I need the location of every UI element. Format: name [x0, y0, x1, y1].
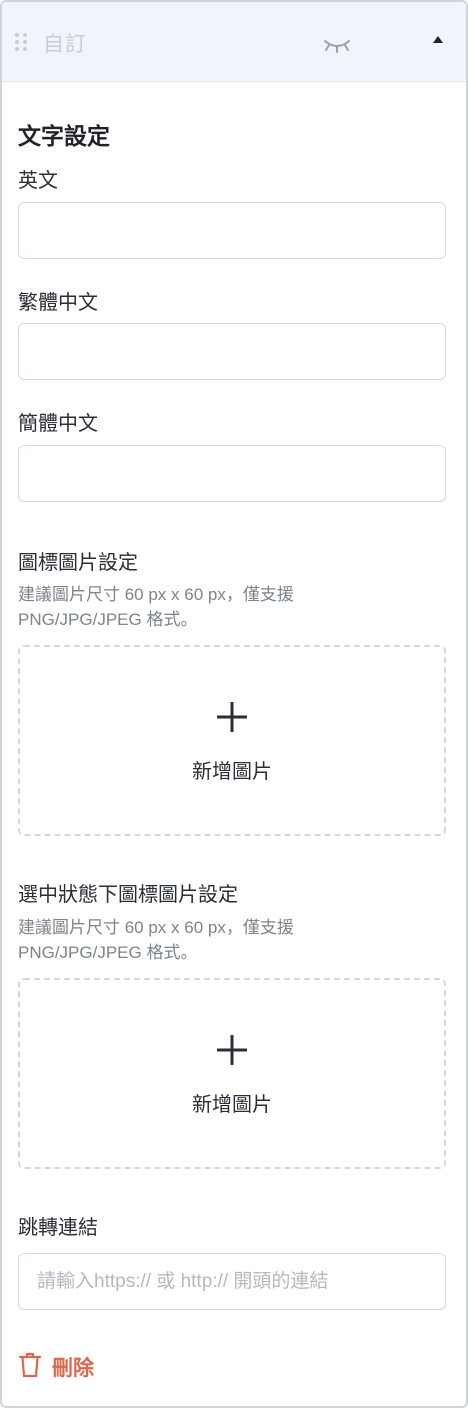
- simplified-chinese-input[interactable]: [18, 445, 446, 502]
- text-settings-heading: 文字設定: [18, 123, 110, 149]
- add-image-label: 新增圖片: [192, 761, 272, 783]
- traditional-chinese-input[interactable]: [18, 323, 446, 380]
- plus-icon: [216, 1034, 248, 1066]
- selected-icon-image-label: 選中狀態下圖標圖片設定: [18, 884, 238, 906]
- plus-icon: [216, 701, 248, 733]
- redirect-link-label: 跳轉連結: [18, 1217, 98, 1239]
- english-label: 英文: [18, 170, 58, 192]
- delete-button[interactable]: 刪除: [18, 1352, 94, 1382]
- selected-icon-image-hint: 建議圖片尺寸 60 px x 60 px，僅支援 PNG/JPG/JPEG 格式…: [18, 918, 294, 962]
- caret-up-icon[interactable]: [430, 32, 446, 46]
- panel-title: 自訂: [43, 33, 87, 56]
- trash-icon: [18, 1352, 42, 1383]
- icon-image-upload[interactable]: 新增圖片: [18, 645, 446, 836]
- english-input[interactable]: [18, 202, 446, 259]
- icon-image-label: 圖標圖片設定: [18, 552, 138, 574]
- selected-icon-image-upload[interactable]: 新增圖片: [18, 978, 446, 1169]
- traditional-chinese-label: 繁體中文: [18, 292, 98, 314]
- delete-label: 刪除: [52, 1357, 94, 1380]
- eye-closed-icon[interactable]: [322, 34, 352, 54]
- menu-item-editor-panel: 自訂 文字設定 英文 繁體中文 簡體中文 圖標圖片設定 建議圖片尺寸 60 px…: [0, 0, 468, 1408]
- drag-handle-icon[interactable]: [14, 32, 28, 52]
- add-image-label: 新增圖片: [192, 1094, 272, 1116]
- icon-image-hint: 建議圖片尺寸 60 px x 60 px，僅支援 PNG/JPG/JPEG 格式…: [18, 585, 294, 629]
- redirect-link-input[interactable]: [18, 1253, 446, 1310]
- panel-header[interactable]: 自訂: [2, 2, 466, 82]
- simplified-chinese-label: 簡體中文: [18, 413, 98, 435]
